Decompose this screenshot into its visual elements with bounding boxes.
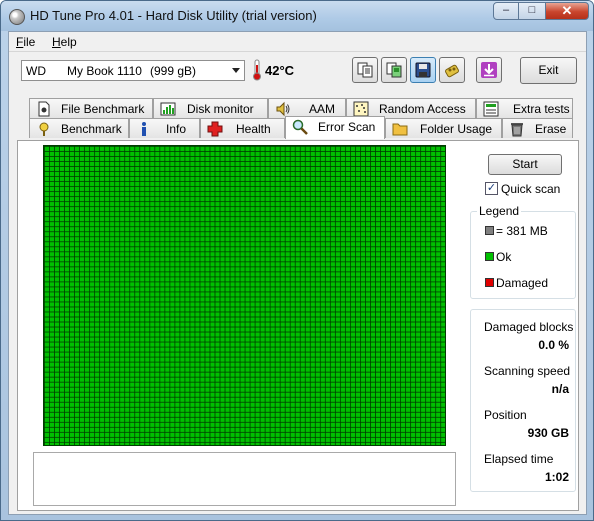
erase-trash-icon bbox=[511, 123, 523, 137]
position-value: 930 GB bbox=[527, 426, 569, 440]
legend-damaged-label: Damaged bbox=[496, 276, 549, 290]
position-label: Position bbox=[484, 408, 527, 422]
legend-group: Legend = 381 MB Ok Damaged bbox=[470, 204, 576, 299]
error-scan-magnifier-icon bbox=[292, 119, 308, 135]
tab-folder-usage[interactable]: Folder Usage bbox=[385, 118, 502, 138]
folder-icon bbox=[392, 123, 408, 136]
copy-text-icon bbox=[357, 62, 373, 78]
scan-stats-group: Damaged blocks 0.0 % Scanning speed n/a … bbox=[470, 309, 576, 492]
benchmark-icon bbox=[39, 122, 49, 136]
drive-model: My Book 1110 bbox=[67, 64, 142, 78]
disk-monitor-icon bbox=[160, 102, 176, 116]
menu-help-accel: H bbox=[52, 35, 61, 49]
damaged-blocks-value: 0.0 % bbox=[538, 338, 569, 352]
app-window: HD Tune Pro 4.01 - Hard Disk Utility (tr… bbox=[0, 0, 594, 521]
copy-screenshot-button[interactable] bbox=[381, 57, 407, 83]
title-bar[interactable]: HD Tune Pro 4.01 - Hard Disk Utility (tr… bbox=[1, 1, 593, 31]
quick-scan-label: Quick scan bbox=[501, 182, 561, 196]
elapsed-time-label: Elapsed time bbox=[484, 452, 554, 466]
tab-error-scan-label: Error Scan bbox=[318, 120, 376, 134]
tab-health[interactable]: Health bbox=[200, 118, 285, 138]
tab-file-benchmark[interactable]: File Benchmark bbox=[29, 98, 153, 118]
scanning-speed-value: n/a bbox=[551, 382, 569, 396]
elapsed-time-value: 1:02 bbox=[544, 470, 569, 484]
maximize-button[interactable]: □ bbox=[519, 2, 545, 20]
info-icon bbox=[142, 122, 146, 136]
aam-speaker-icon bbox=[276, 101, 290, 117]
menu-bar: File Help bbox=[9, 32, 586, 51]
tab-benchmark-label: Benchmark bbox=[61, 122, 122, 136]
menu-file-rest: ile bbox=[23, 35, 36, 49]
download-button[interactable] bbox=[476, 57, 502, 83]
tab-file-benchmark-label: File Benchmark bbox=[61, 102, 145, 116]
minimize-button[interactable]: – bbox=[493, 2, 519, 20]
drive-brand: WD bbox=[26, 64, 46, 78]
drive-select[interactable]: WD My Book 1110 (999 gB) bbox=[21, 60, 245, 81]
copy-screenshot-icon bbox=[386, 62, 402, 78]
menu-separator bbox=[9, 51, 586, 52]
exit-button[interactable]: Exit bbox=[520, 57, 577, 84]
legend-title: Legend bbox=[477, 204, 522, 218]
options-button[interactable] bbox=[439, 57, 465, 83]
window-title: HD Tune Pro 4.01 - Hard Disk Utility (tr… bbox=[30, 8, 317, 23]
scan-block-grid bbox=[43, 145, 446, 446]
tab-info[interactable]: Info bbox=[129, 118, 200, 138]
tab-disk-monitor[interactable]: Disk monitor bbox=[153, 98, 268, 118]
red-square-icon bbox=[485, 278, 494, 287]
tab-aam-label: AAM bbox=[309, 102, 336, 116]
drive-capacity: (999 gB) bbox=[150, 64, 197, 78]
legend-ok-label: Ok bbox=[496, 250, 512, 264]
checkbox-checked-icon[interactable]: ✓ bbox=[485, 182, 498, 195]
tab-error-scan[interactable]: Error Scan bbox=[285, 116, 385, 139]
tab-info-label: Info bbox=[166, 122, 187, 136]
download-icon bbox=[481, 62, 497, 78]
extra-tests-icon bbox=[483, 101, 499, 117]
copy-text-button[interactable] bbox=[352, 57, 378, 83]
options-icon bbox=[445, 64, 459, 78]
caption-buttons: – □ ✕ bbox=[493, 2, 589, 22]
health-cross-icon bbox=[207, 121, 223, 137]
tab-random-access-label: Random Access bbox=[379, 102, 466, 116]
tab-extra-tests[interactable]: Extra tests bbox=[476, 98, 573, 118]
menu-file[interactable]: File bbox=[16, 35, 35, 49]
dropdown-arrow-icon bbox=[232, 68, 240, 73]
file-benchmark-icon bbox=[38, 101, 50, 117]
tab-erase-label: Erase bbox=[535, 122, 567, 136]
damaged-blocks-label: Damaged blocks bbox=[484, 320, 574, 334]
client-area: File Help WD My Book 1110 (999 gB) 42°C bbox=[8, 31, 587, 515]
legend-block-size-label: = 381 MB bbox=[496, 224, 548, 238]
random-access-icon bbox=[353, 101, 369, 117]
save-icon bbox=[415, 62, 431, 78]
thermometer-icon bbox=[253, 59, 261, 81]
close-button[interactable]: ✕ bbox=[545, 2, 589, 20]
tab-health-label: Health bbox=[236, 122, 271, 136]
tab-random-access[interactable]: Random Access bbox=[346, 98, 476, 118]
scanning-speed-label: Scanning speed bbox=[484, 364, 571, 378]
tab-extra-tests-label: Extra tests bbox=[513, 102, 570, 116]
tab-aam[interactable]: AAM bbox=[268, 98, 346, 118]
error-scan-panel: Start ✓ Quick scan Legend = 381 MB Ok Da… bbox=[17, 140, 579, 511]
gray-square-icon bbox=[485, 226, 494, 235]
tab-folder-usage-label: Folder Usage bbox=[420, 122, 493, 136]
menu-help-rest: elp bbox=[60, 35, 77, 49]
app-disk-icon bbox=[9, 9, 25, 25]
tab-benchmark[interactable]: Benchmark bbox=[29, 118, 129, 138]
save-button[interactable] bbox=[410, 57, 436, 83]
scan-log-box[interactable] bbox=[33, 452, 456, 506]
tab-disk-monitor-label: Disk monitor bbox=[187, 102, 254, 116]
tab-erase[interactable]: Erase bbox=[502, 118, 573, 138]
temperature-readout: 42°C bbox=[265, 63, 295, 78]
start-button[interactable]: Start bbox=[488, 154, 562, 175]
green-square-icon bbox=[485, 252, 494, 261]
menu-help[interactable]: Help bbox=[52, 35, 77, 49]
